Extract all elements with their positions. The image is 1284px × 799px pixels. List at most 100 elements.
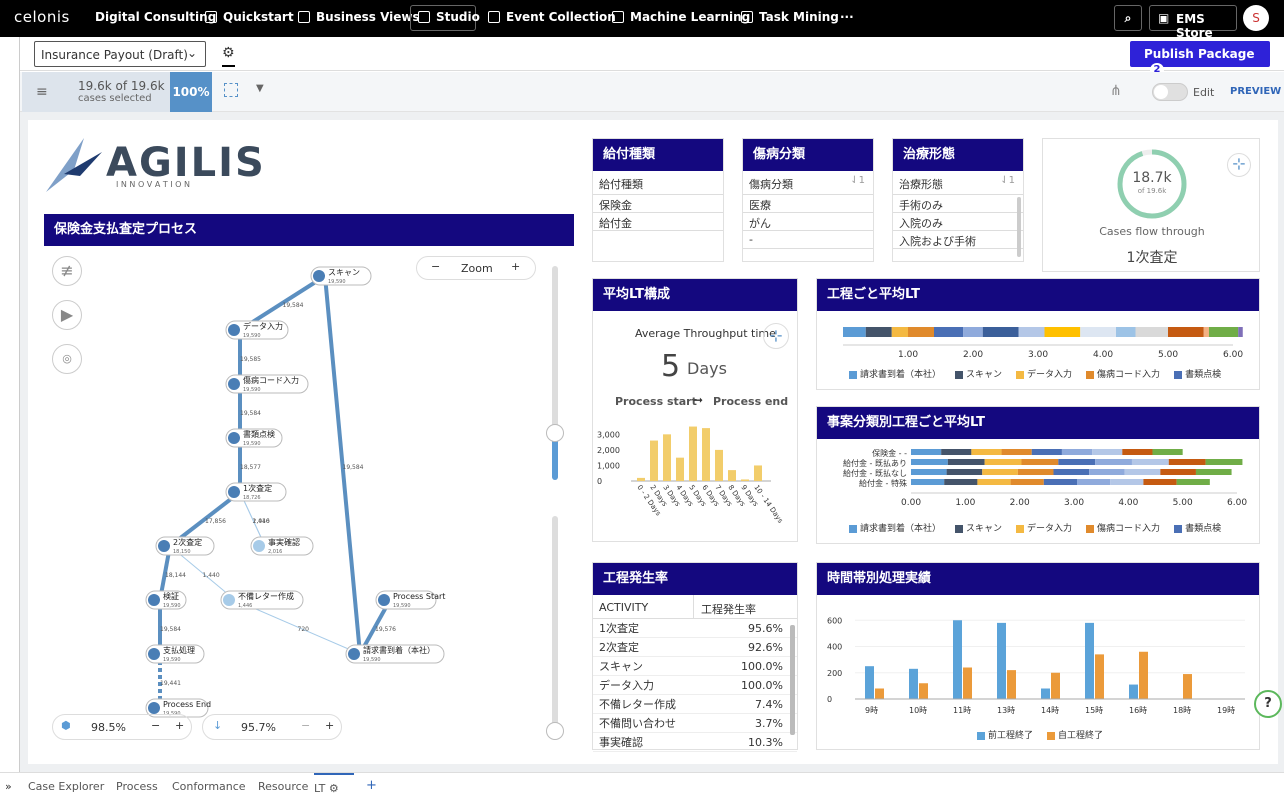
nav-event-collection[interactable]: Event Collection — [488, 10, 616, 24]
connection-minus-button[interactable]: − — [301, 719, 310, 732]
row-label: 保険金 - - — [872, 448, 907, 458]
selection-tool-icon[interactable] — [224, 83, 238, 97]
activity-cell: 2次査定 — [593, 637, 714, 657]
avatar[interactable]: S — [1243, 5, 1269, 31]
filter-header-row: 傷病分類 ⇃1 — [743, 171, 873, 195]
activity-slider-handle[interactable] — [546, 424, 564, 442]
help-icon[interactable]: ? — [1254, 690, 1282, 718]
tab-process[interactable]: Process — [116, 780, 158, 793]
table-row[interactable]: 事実確認 10.3% — [593, 732, 797, 752]
node-count: 19,590 — [163, 603, 181, 609]
bar — [909, 668, 918, 699]
add-selection-icon[interactable]: ⊹ — [1227, 153, 1251, 177]
filter-item[interactable]: 手術のみ — [893, 195, 1023, 213]
hamburger-icon[interactable]: ≡ — [36, 84, 48, 100]
tab-resource[interactable]: Resource — [258, 780, 308, 793]
activity-slider[interactable] — [552, 266, 558, 480]
filter-item[interactable]: がん — [743, 213, 873, 231]
add-selection-icon[interactable]: ⊹ — [763, 323, 789, 349]
stacked-segment — [1018, 327, 1045, 337]
table-row[interactable]: 1次査定 95.6% — [593, 619, 797, 638]
ems-store-button[interactable]: ▣ EMS Store — [1149, 5, 1237, 40]
search-button[interactable]: ⌕ — [1114, 5, 1142, 31]
sort-icon[interactable]: ⇃1 — [1000, 175, 1015, 186]
filter-scrollbar[interactable] — [1017, 197, 1021, 257]
filter-item[interactable]: 医療 — [743, 195, 873, 213]
node-count: 2,016 — [268, 549, 282, 555]
node-hexagon-icon — [228, 378, 240, 390]
expand-icon[interactable]: » — [5, 780, 12, 793]
nav-label: Business Views — [316, 10, 420, 24]
node-count: 1,446 — [238, 603, 252, 609]
filter-header: 傷病分類 — [749, 178, 793, 191]
node-label: Process End — [163, 700, 211, 709]
throughput-histogram[interactable]: 3,0002,0001,00000 - 2 Days2 Days3 Days4 … — [595, 419, 795, 539]
tab-conformance[interactable]: Conformance — [172, 780, 246, 793]
stacked-segment — [1021, 459, 1059, 465]
nav-digital-consulting[interactable]: Digital Consulting — [95, 10, 216, 24]
node-hexagon-icon — [348, 648, 360, 660]
celonis-logo[interactable]: celonis — [14, 8, 70, 26]
bar — [875, 688, 884, 699]
stacked-segment — [911, 479, 945, 485]
filter-title: 傷病分類 — [743, 139, 873, 171]
nav-label: Digital Consulting — [95, 10, 217, 24]
add-tab-button[interactable]: + — [366, 778, 377, 793]
tab-case-explorer[interactable]: Case Explorer — [28, 780, 104, 793]
more-menu-button[interactable]: ··· — [840, 10, 854, 24]
histogram-bar — [741, 479, 749, 481]
table-row[interactable]: スキャン 100.0% — [593, 656, 797, 676]
tab-lt[interactable]: LT ⚙ — [314, 773, 354, 799]
gear-icon[interactable]: ⚙ — [222, 45, 235, 67]
gear-icon[interactable]: ⚙ — [329, 782, 339, 795]
hourly-panel: 時間帯別処理実績 600 400 200 0 9時 10時 11時 13時 14時 15時 16時 1… — [816, 562, 1260, 750]
table-row[interactable]: 不備レター作成 7.4% — [593, 694, 797, 714]
table-row[interactable]: 2次査定 92.6% — [593, 637, 797, 657]
table-row[interactable]: 不備問い合わせ 3.7% — [593, 713, 797, 733]
x-tick-label: 1.00 — [898, 350, 918, 360]
edit-toggle[interactable] — [1152, 83, 1188, 101]
filter-item[interactable]: 保険金 — [593, 195, 723, 213]
nav-quickstart[interactable]: Quickstart — [205, 10, 294, 24]
step-lt-chart[interactable]: 1.00 2.00 3.00 4.00 5.00 6.00 — [827, 317, 1247, 361]
hourly-chart[interactable]: 600 400 200 0 9時 10時 11時 13時 14時 15時 16時 18時 19時 — [817, 603, 1257, 733]
column-header-activity[interactable]: ACTIVITY — [599, 601, 648, 614]
occurrence-scrollbar[interactable] — [790, 625, 795, 735]
filter-item[interactable]: 入院のみ — [893, 213, 1023, 231]
table-row[interactable]: データ入力 100.0% — [593, 675, 797, 695]
preview-link[interactable]: PREVIEW — [1230, 86, 1281, 97]
stacked-segment — [1080, 327, 1116, 337]
node-count: 19,590 — [163, 657, 181, 663]
y-tick-label: 600 — [827, 616, 842, 625]
node-hexagon-icon — [228, 432, 240, 444]
nav-studio[interactable]: Studio — [418, 10, 480, 24]
filter-item[interactable]: 給付金 — [593, 213, 723, 231]
nav-machine-learning[interactable]: Machine Learning — [612, 10, 750, 24]
legend-item: データ入力 — [1016, 521, 1072, 534]
occurrence-title: 工程発生率 — [593, 563, 797, 595]
activity-minus-button[interactable]: − — [151, 719, 160, 732]
rate-cell: 100.0% — [713, 675, 797, 695]
case-lt-chart[interactable]: 保険金 - -給付金 - 既払あり給付金 - 既払なし給付金 - 特殊 0.00 1… — [817, 443, 1257, 513]
column-header-rate[interactable]: 工程発生率 — [701, 601, 756, 617]
connection-slider-handle[interactable] — [546, 722, 564, 740]
sort-icon[interactable]: ⇃1 — [850, 175, 865, 186]
filter-item[interactable]: - — [743, 231, 873, 249]
stacked-segment — [1152, 449, 1183, 455]
connection-slider[interactable] — [552, 516, 558, 732]
nav-task-mining[interactable]: Task Mining — [741, 10, 839, 24]
connection-plus-button[interactable]: + — [325, 719, 334, 732]
share-icon[interactable]: ⋔ — [1110, 83, 1122, 99]
package-dropdown[interactable]: Insurance Payout (Draft) ⌄ — [34, 41, 206, 67]
caret-down-icon[interactable]: ▼ — [256, 83, 264, 94]
node-label: Process Start — [393, 592, 445, 601]
nav-business-views[interactable]: Business Views — [298, 10, 420, 24]
activity-plus-button[interactable]: + — [175, 719, 184, 732]
publish-package-button[interactable]: Publish Package2 — [1130, 41, 1270, 77]
filter-item[interactable]: 入院および手術 — [893, 231, 1023, 249]
process-graph[interactable]: 19,584 19,585 19,584 18,577 17,856 2,016 1,440… — [44, 254, 524, 724]
stacked-segment — [911, 449, 942, 455]
filter-header: 給付種類 — [593, 171, 723, 195]
process-panel: 保険金支払査定プロセス ≢ ▶ ◎ − Zoom + 19,584 19,585 1… — [44, 214, 574, 750]
left-strip — [0, 37, 20, 772]
